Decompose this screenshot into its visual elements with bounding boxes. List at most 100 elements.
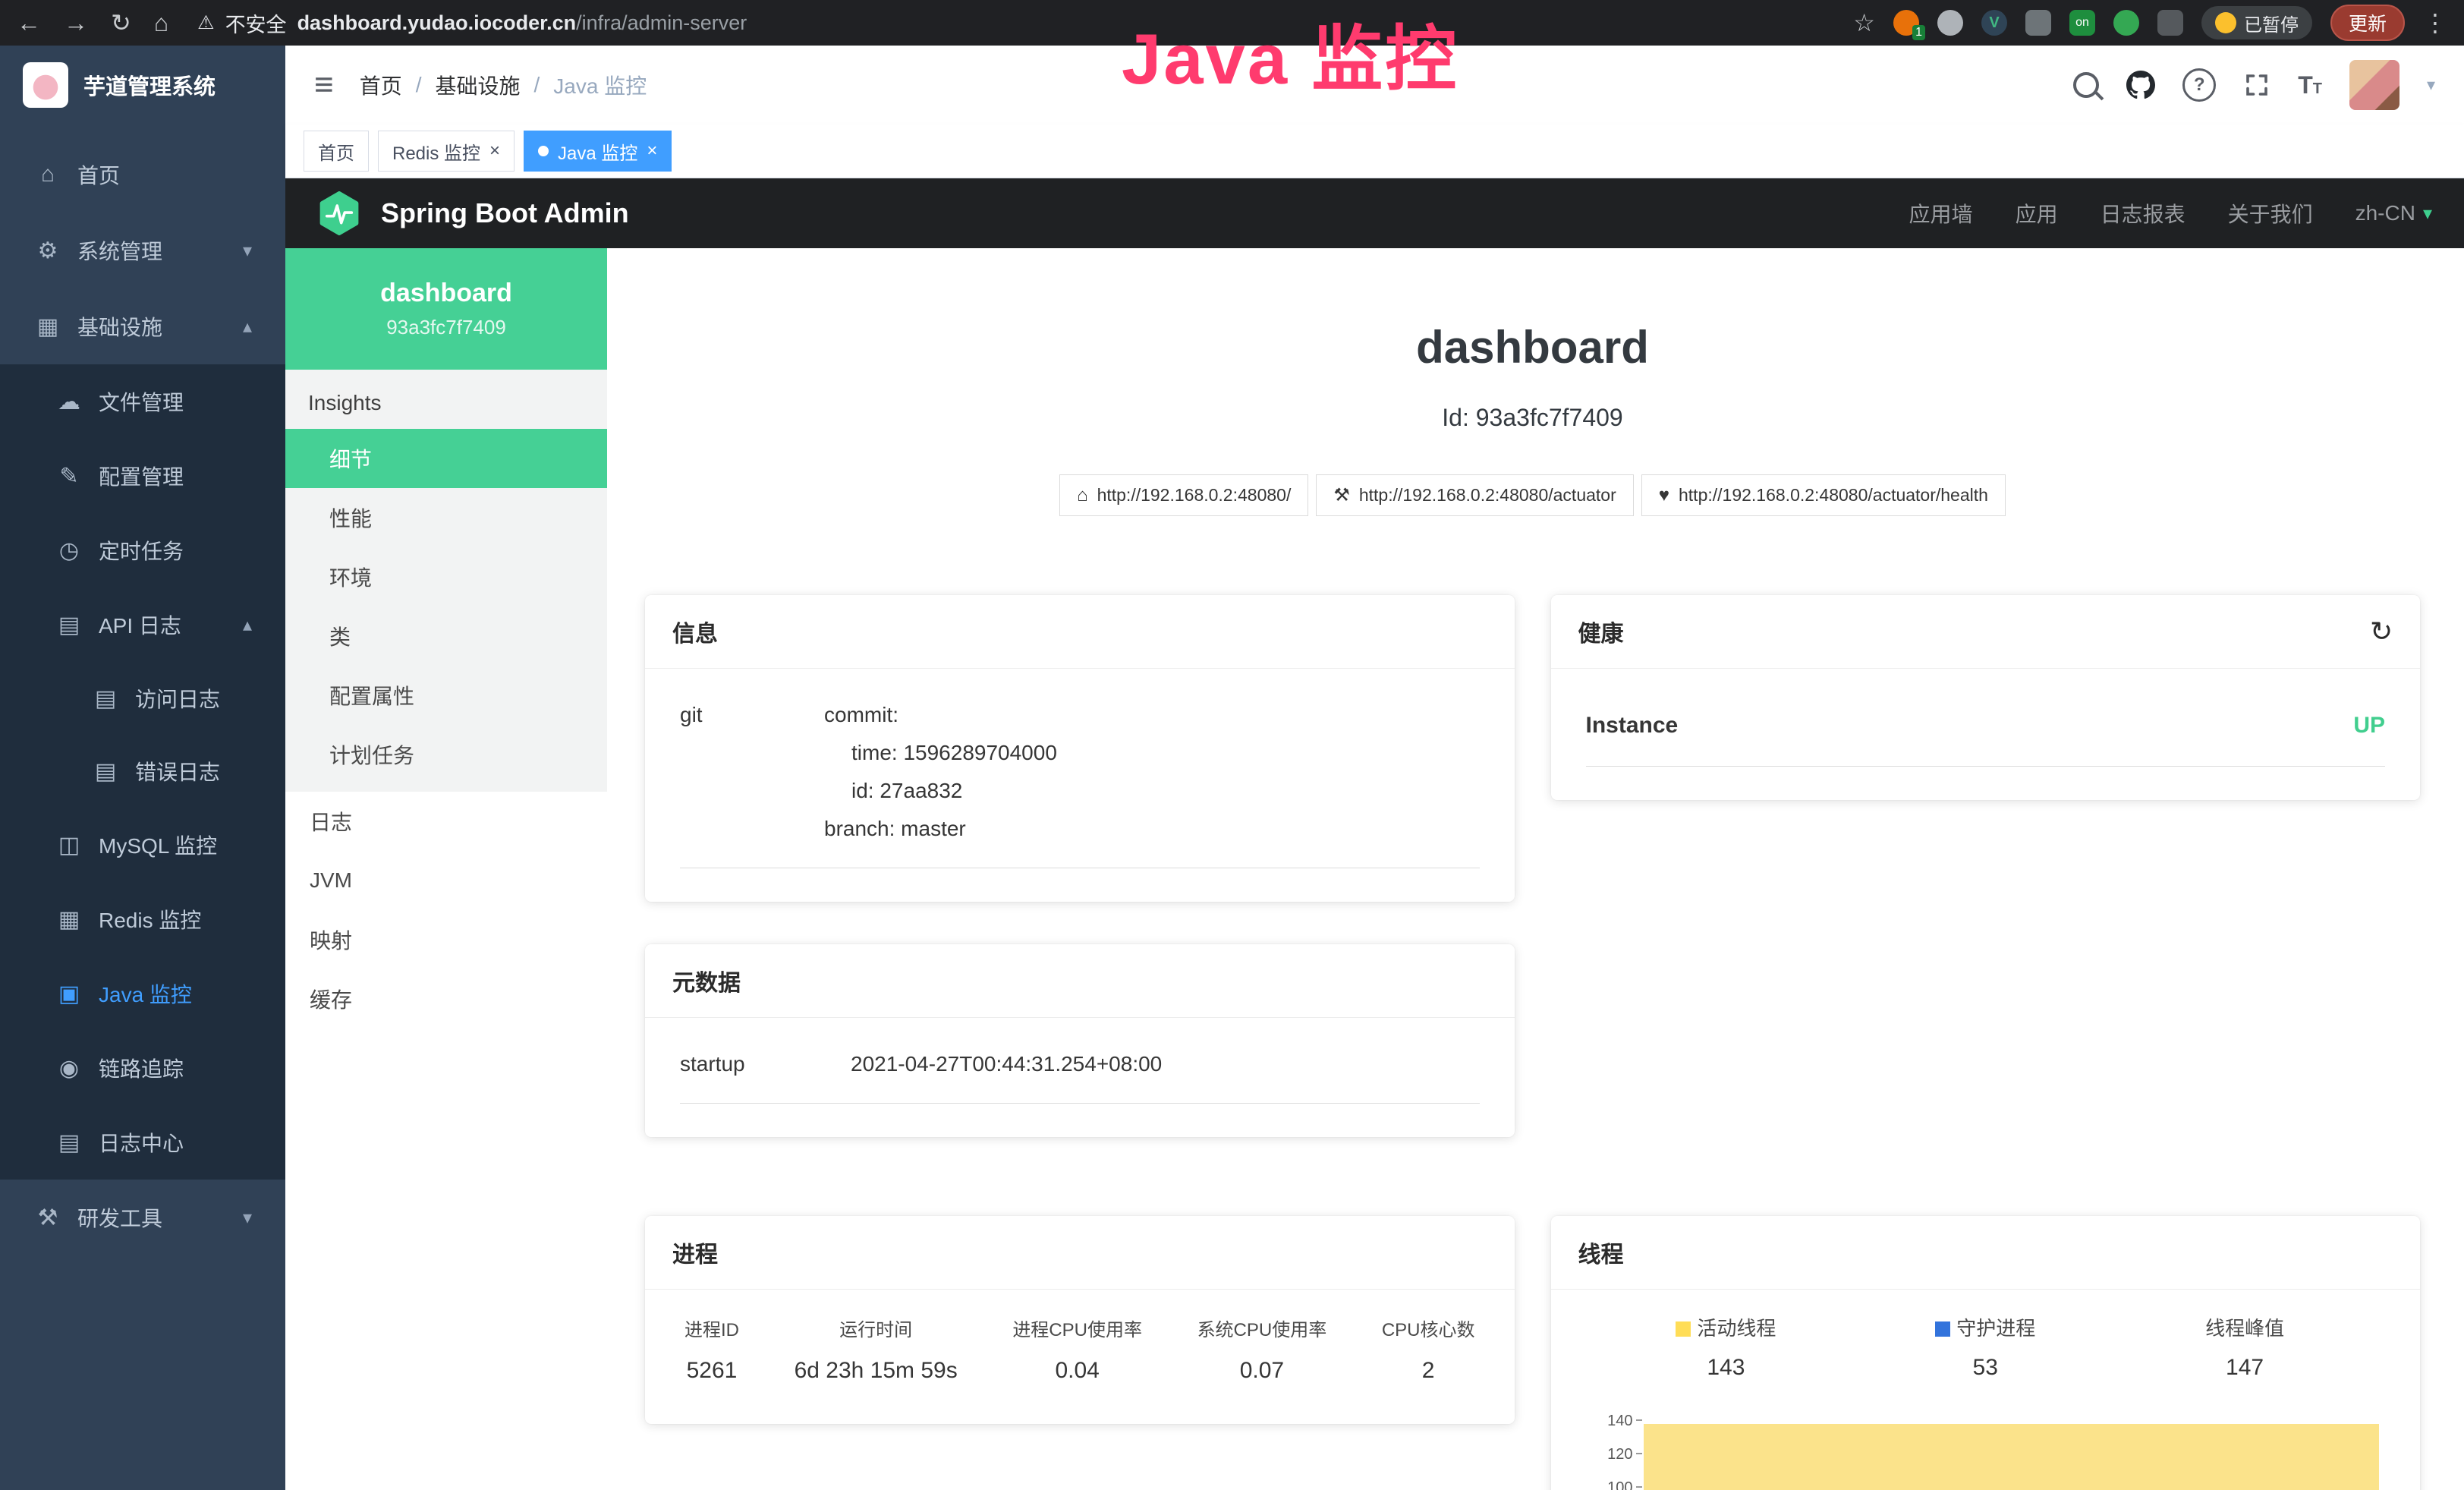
chart-y-axis: 140 120 100 [1586, 1413, 1644, 1490]
chevron-down-icon[interactable]: ▾ [2427, 75, 2435, 95]
process-card: 进程 进程ID 5261 运行时间 6d 23h 15m 59 [645, 1216, 1515, 1424]
sba-instance-header[interactable]: dashboard 93a3fc7f7409 [285, 248, 607, 370]
nav-applications[interactable]: 应用 [2016, 198, 2058, 228]
tag-java-monitor[interactable]: Java 监控× [524, 131, 672, 172]
sba-item-details[interactable]: 细节 [285, 429, 607, 488]
breadcrumb: 首页 / 基础设施 / Java 监控 [360, 70, 647, 100]
sba-item-classes[interactable]: 类 [285, 606, 607, 666]
extension-icon-drop[interactable] [1937, 10, 1963, 36]
active-dot [538, 146, 549, 156]
header-actions: ? TT ▾ [2073, 60, 2435, 110]
tag-redis-monitor[interactable]: Redis 监控× [378, 131, 515, 172]
sidebar-item-config-manage[interactable]: ✎ 配置管理 [0, 439, 285, 513]
threads-card-body: 活动线程 143 守护进程 53 线程峰值 14 [1551, 1290, 2421, 1490]
menu-label: 错误日志 [135, 756, 252, 786]
column-header: 系统CPU使用率 [1197, 1320, 1327, 1342]
menu-label: 日志中心 [99, 1127, 252, 1158]
help-icon[interactable]: ? [2182, 68, 2216, 102]
sidebar-item-api-log[interactable]: ▤ API 日志 ▴ [0, 587, 285, 662]
column-header: 运行时间 [795, 1320, 958, 1342]
sba-item-environment[interactable]: 环境 [285, 547, 607, 606]
nav-wallboard[interactable]: 应用墙 [1909, 198, 1973, 228]
bookmark-star-icon[interactable]: ☆ [1853, 11, 1875, 35]
instance-name: dashboard [380, 279, 512, 308]
collapse-sidebar-icon[interactable]: ≡ [314, 66, 334, 104]
sba-item-jvm[interactable]: JVM [285, 851, 607, 910]
emoji-face-icon [2215, 12, 2236, 33]
nav-journal[interactable]: 日志报表 [2101, 198, 2186, 228]
vue-devtools-icon[interactable]: V [1981, 10, 2007, 36]
font-size-small: T [2313, 80, 2322, 97]
sba-item-scheduled-tasks[interactable]: 计划任务 [285, 725, 607, 784]
sidebar-item-system[interactable]: ⚙ 系统管理 ▾ [0, 213, 285, 288]
cloud-icon: ☁ [55, 389, 83, 415]
spring-boot-admin: Spring Boot Admin 应用墙 应用 日志报表 关于我们 zh-CN… [285, 178, 2464, 1490]
history-icon[interactable]: ↺ [2370, 616, 2393, 647]
sidebar-item-trace[interactable]: ◉ 链路追踪 [0, 1031, 285, 1105]
menu-label: 文件管理 [99, 386, 252, 417]
breadcrumb-section[interactable]: 基础设施 [435, 70, 520, 100]
insights-label: Insights [285, 370, 607, 429]
sidebar-item-infra[interactable]: ▦ 基础设施 ▴ [0, 288, 285, 364]
sba-item-mappings[interactable]: 映射 [285, 910, 607, 969]
service-url-link[interactable]: ⌂http://192.168.0.2:48080/ [1059, 474, 1308, 516]
extension-icon-leaf[interactable] [2113, 10, 2139, 36]
sba-item-logs[interactable]: 日志 [285, 792, 607, 851]
sba-item-caches[interactable]: 缓存 [285, 969, 607, 1029]
font-size-icon[interactable]: TT [2298, 71, 2322, 99]
instance-health-row[interactable]: Instance UP [1586, 696, 2386, 767]
browser-home-icon[interactable]: ⌂ [154, 11, 168, 35]
nav-about[interactable]: 关于我们 [2228, 198, 2313, 228]
language-selector[interactable]: zh-CN▾ [2355, 201, 2432, 225]
menu-label: 首页 [77, 159, 252, 190]
search-icon[interactable] [2073, 72, 2099, 98]
sidebar-item-redis-monitor[interactable]: ▦ Redis 监控 [0, 882, 285, 956]
threads-card-title: 线程 [1551, 1216, 2421, 1290]
info-card-title: 信息 [645, 595, 1515, 669]
sba-brand-title[interactable]: Spring Boot Admin [381, 197, 629, 229]
breadcrumb-separator: / [416, 73, 422, 97]
forward-icon[interactable]: → [64, 11, 88, 35]
sidebar-item-mysql-monitor[interactable]: ◫ MySQL 监控 [0, 808, 285, 882]
sidebar-item-scheduled-job[interactable]: ◷ 定时任务 [0, 513, 285, 587]
extension-icon-on[interactable]: on [2069, 10, 2095, 36]
kebab-menu-icon[interactable]: ⋮ [2423, 11, 2447, 35]
sidebar-item-file-manage[interactable]: ☁ 文件管理 [0, 364, 285, 439]
tag-home[interactable]: 首页 [304, 131, 369, 172]
column-value: 2 [1382, 1357, 1475, 1384]
instance-id: 93a3fc7f7409 [386, 316, 506, 339]
actuator-url-link[interactable]: ⚒http://192.168.0.2:48080/actuator [1316, 474, 1633, 516]
sidebar-item-log-center[interactable]: ▤ 日志中心 [0, 1105, 285, 1180]
extensions-puzzle-icon[interactable] [2157, 10, 2183, 36]
sidebar-item-dev-tools[interactable]: ⚒ 研发工具 ▾ [0, 1180, 285, 1255]
back-icon[interactable]: ← [17, 11, 41, 35]
sidebar-item-access-log[interactable]: ▤ 访问日志 [0, 662, 285, 735]
chevron-down-icon: ▾ [243, 240, 252, 262]
app-logo-avatar [23, 62, 68, 108]
update-button[interactable]: 更新 [2330, 5, 2405, 41]
metadata-card-body: startup 2021-04-27T00:44:31.254+08:00 [645, 1018, 1515, 1137]
reload-icon[interactable]: ↻ [111, 11, 131, 35]
address-bar[interactable]: ⚠ 不安全 dashboard.yudao.iocoder.cn/infra/a… [197, 8, 747, 38]
chevron-up-icon: ▴ [243, 614, 252, 636]
fullscreen-icon[interactable] [2243, 71, 2270, 99]
column-value: 5261 [684, 1357, 739, 1384]
breadcrumb-home[interactable]: 首页 [360, 70, 402, 100]
user-avatar[interactable] [2349, 60, 2399, 110]
sba-item-config-props[interactable]: 配置属性 [285, 666, 607, 725]
sidebar-item-java-monitor[interactable]: ▣ Java 监控 [0, 956, 285, 1031]
sba-item-performance[interactable]: 性能 [285, 488, 607, 547]
chevron-down-icon: ▾ [2423, 203, 2432, 225]
close-icon[interactable]: × [489, 140, 500, 162]
sidebar-item-home[interactable]: ⌂ 首页 [0, 137, 285, 213]
close-icon[interactable]: × [647, 140, 657, 162]
commit-line: commit: [824, 696, 1057, 734]
health-url-link[interactable]: ♥http://192.168.0.2:48080/actuator/healt… [1641, 474, 2006, 516]
sidebar-item-error-log[interactable]: ▤ 错误日志 [0, 735, 285, 808]
column-header: 进程CPU使用率 [1012, 1320, 1142, 1342]
paused-badge[interactable]: 已暂停 [2201, 6, 2312, 39]
extension-icon-orange[interactable]: 1 [1893, 10, 1919, 36]
extension-icon-grid[interactable] [2025, 10, 2051, 36]
app-logo-row[interactable]: 芋道管理系统 [0, 46, 285, 124]
github-icon[interactable] [2126, 71, 2155, 99]
